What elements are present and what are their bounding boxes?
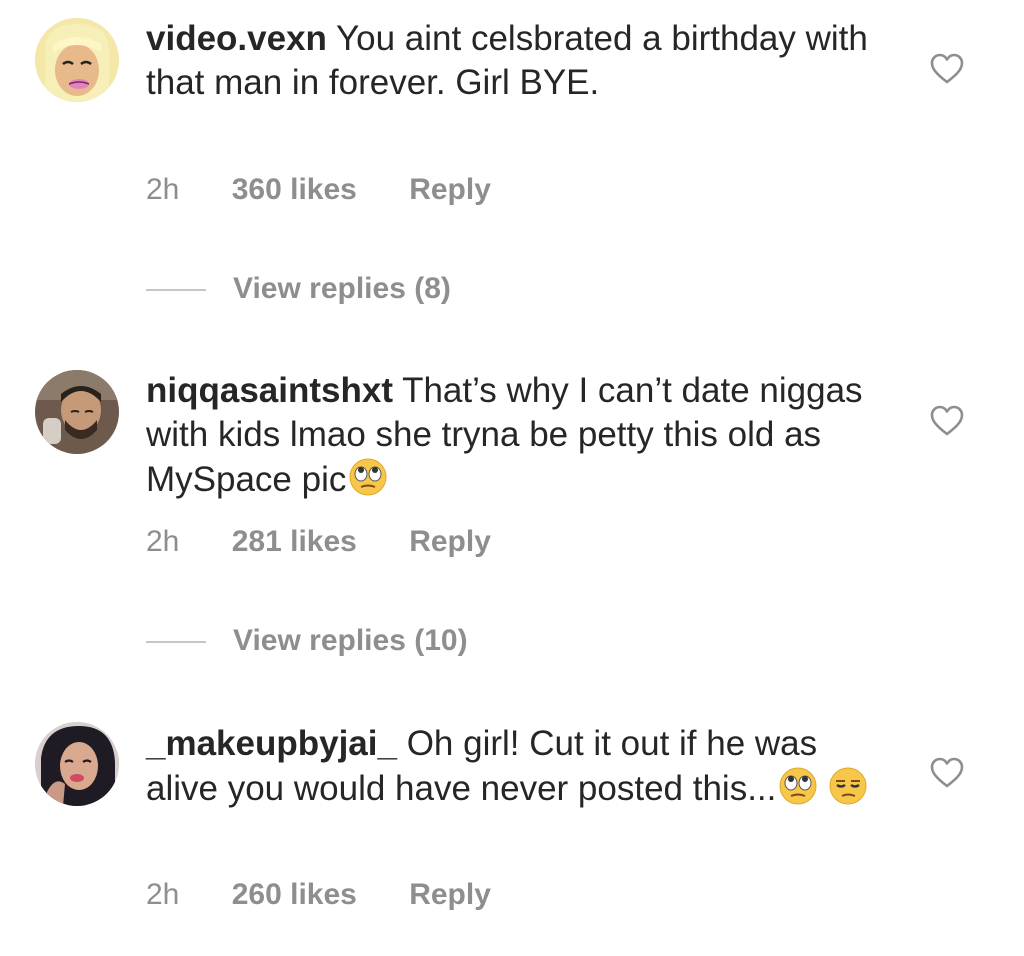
comment-username[interactable]: _makeupbyjai_ xyxy=(146,724,397,763)
comment-body: _makeupbyjai_ Oh girl! Cut it out if he … xyxy=(146,722,876,811)
face-with-rolling-eyes-emoji xyxy=(778,766,818,806)
comment-likes[interactable]: 281 likes xyxy=(232,525,357,559)
comment-time: 2h xyxy=(146,173,180,206)
view-replies-label: View replies (10) xyxy=(233,624,468,657)
heart-icon[interactable] xyxy=(930,757,964,789)
comment-username[interactable]: niqqasaintshxt xyxy=(146,371,393,410)
comment-time: 2h xyxy=(146,878,180,911)
avatar[interactable] xyxy=(35,18,119,102)
view-replies-button[interactable]: View replies (10) xyxy=(146,624,468,658)
comment-text-block: _makeupbyjai_ Oh girl! Cut it out if he … xyxy=(146,722,876,811)
avatar[interactable] xyxy=(35,370,119,454)
face-with-rolling-eyes-emoji xyxy=(348,457,388,497)
comment-text-block: video.vexn You aint celsbrated a birthda… xyxy=(146,17,876,105)
comment-meta: 2h 360 likes Reply xyxy=(146,173,491,207)
reply-button[interactable]: Reply xyxy=(409,878,491,912)
comment-meta: 2h 281 likes Reply xyxy=(146,525,491,559)
view-replies-label: View replies (8) xyxy=(233,272,451,305)
comment-time: 2h xyxy=(146,525,180,558)
reply-button[interactable]: Reply xyxy=(409,173,491,207)
reply-button[interactable]: Reply xyxy=(409,525,491,559)
avatar[interactable] xyxy=(35,722,119,806)
view-replies-divider xyxy=(146,289,206,292)
comment-text-block: niqqasaintshxt That’s why I can’t date n… xyxy=(146,369,876,502)
view-replies-button[interactable]: View replies (8) xyxy=(146,272,451,306)
comment-likes[interactable]: 360 likes xyxy=(232,173,357,207)
cartoon-blonde-avatar-icon xyxy=(35,18,119,102)
woman-photo-avatar-icon xyxy=(35,722,119,806)
man-photo-avatar-icon xyxy=(35,370,119,454)
comment-likes[interactable]: 260 likes xyxy=(232,878,357,912)
view-replies-divider xyxy=(146,641,206,644)
comment-meta: 2h 260 likes Reply xyxy=(146,878,491,912)
unamused-face-emoji xyxy=(828,766,868,806)
comment-body: video.vexn You aint celsbrated a birthda… xyxy=(146,17,876,105)
comment-username[interactable]: video.vexn xyxy=(146,19,327,58)
heart-icon[interactable] xyxy=(930,405,964,437)
heart-icon[interactable] xyxy=(930,53,964,85)
comment-body: niqqasaintshxt That’s why I can’t date n… xyxy=(146,369,876,502)
